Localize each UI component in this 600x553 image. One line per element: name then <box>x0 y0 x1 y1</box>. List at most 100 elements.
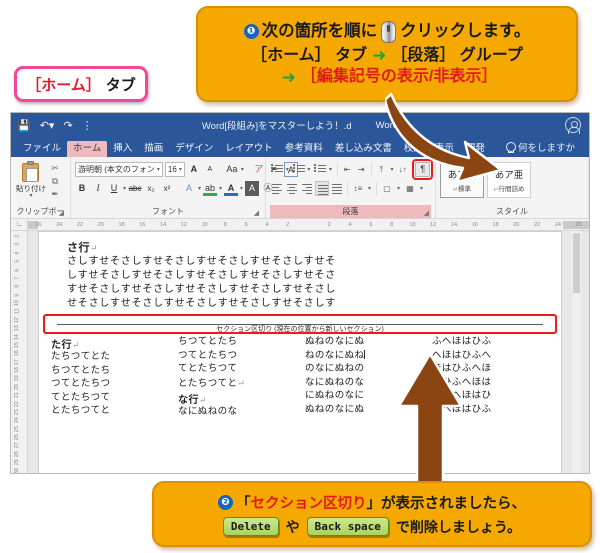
vertical-ruler[interactable]: ∟ 2 3 4 5 6 7 8 9 10 11 12 13 14 15 16 17 18 19 20 21 22 23 24… <box>11 219 28 473</box>
change-case-icon[interactable]: Aa <box>225 162 239 177</box>
chevron-down-icon[interactable]: ▾ <box>327 166 334 173</box>
align-center-icon[interactable] <box>285 181 299 196</box>
callout-top-line1-text-b: クリックします。 <box>400 22 531 41</box>
underline-button[interactable]: U <box>107 181 121 196</box>
ruler-tick: 12 <box>180 222 187 228</box>
chevron-down-icon[interactable]: ▾ <box>155 166 160 173</box>
document-page[interactable]: さ行↵ さしすせそさしすせそさしすせそさしすせそさしすせそ しすせそさしすせそさ… <box>38 231 562 473</box>
sort-icon[interactable]: ↓↑ <box>396 162 409 177</box>
align-left-icon[interactable] <box>270 181 284 196</box>
tab-draw[interactable]: 描画 <box>138 141 169 158</box>
ruler-tick: 24 <box>554 222 561 228</box>
font-size-combo[interactable]: 16 ▾ <box>164 161 185 177</box>
tab-layout[interactable]: レイアウト <box>219 141 279 158</box>
chevron-down-icon[interactable]: ▾ <box>366 185 373 192</box>
vertical-scrollbar[interactable] <box>572 231 581 473</box>
tab-insert[interactable]: 挿入 <box>107 141 138 158</box>
character-shading-icon[interactable]: A <box>245 180 260 196</box>
paste-button[interactable]: 貼り付け ▾ <box>15 161 47 199</box>
tab-developer[interactable]: 開発 <box>460 141 491 158</box>
horizontal-ruler[interactable]: 26 24 22 20 18 16 14 12 10 8 6 4 2 2 4 6 8 10 12 14 16 18 20 22… <box>28 219 589 231</box>
ruler-tick: 4 <box>14 251 21 255</box>
phonetic-guide-icon[interactable]: ア <box>252 162 266 177</box>
horizontal-ruler-numbers: 26 24 22 20 18 16 14 12 10 8 6 4 2 2 4 6 8 10 12 14 16 18 20 22… <box>28 222 589 228</box>
subscript-button[interactable]: x₂ <box>144 181 158 196</box>
font-size-value: 16 <box>167 164 177 174</box>
bullet-list-icon[interactable] <box>270 162 283 177</box>
text-cursor <box>364 349 366 359</box>
chevron-down-icon[interactable]: ▾ <box>418 185 425 192</box>
account-icon[interactable] <box>565 117 581 135</box>
chevron-down-icon[interactable]: ▾ <box>123 185 126 192</box>
justify-icon[interactable] <box>315 180 329 196</box>
chevron-down-icon[interactable]: ▾ <box>177 166 182 173</box>
style-card-no-spacing[interactable]: あア亜 行間詰め <box>487 162 531 198</box>
decrease-indent-icon[interactable]: ⇤ <box>341 162 354 177</box>
body-line-text: とたちつてと <box>178 378 238 389</box>
style-card-normal[interactable]: あア亜 標準 <box>440 162 484 198</box>
tab-design[interactable]: デザイン <box>169 141 219 158</box>
shading-icon[interactable]: ▢ <box>380 181 394 196</box>
home-tab-label-bracket: ［ホーム］ <box>26 76 101 94</box>
shrink-font-icon[interactable]: A <box>203 162 217 177</box>
ruler-tick: 6 <box>369 222 373 228</box>
style-sample-no-spacing: あア亜 <box>494 171 524 181</box>
body-line-text: ねのなにぬね <box>305 350 365 361</box>
format-painter-icon[interactable]: ✒ <box>49 189 61 200</box>
borders-icon[interactable]: ▦ <box>403 181 417 196</box>
chevron-down-icon[interactable]: ▾ <box>389 166 396 173</box>
align-right-icon[interactable] <box>300 181 314 196</box>
ruler-tick: 15 <box>14 342 21 349</box>
chevron-down-icon[interactable]: ▾ <box>29 193 32 199</box>
tab-references[interactable]: 参考資料 <box>279 141 329 158</box>
ruler-tick: 20 <box>513 222 520 228</box>
chevron-down-icon[interactable]: ▾ <box>395 185 402 192</box>
tab-review[interactable]: 校閲 <box>398 141 429 158</box>
distribute-icon[interactable] <box>330 181 344 196</box>
green-arrow-icon-1: ➜ <box>372 45 387 65</box>
pilcrow-mark: ↵ <box>237 377 246 388</box>
scrollbar-thumb[interactable] <box>573 233 580 293</box>
chevron-down-icon[interactable]: ▾ <box>306 166 313 173</box>
superscript-button[interactable]: x² <box>160 181 174 196</box>
strikethrough-button[interactable]: abc <box>128 181 142 196</box>
increase-indent-icon[interactable]: ⇥ <box>355 162 368 177</box>
tab-home[interactable]: ホーム <box>67 140 108 157</box>
ruler-tick: 14 <box>14 333 21 340</box>
chevron-down-icon[interactable]: ▾ <box>241 166 244 173</box>
copy-icon[interactable]: ⧉ <box>49 176 61 187</box>
align-text-icon[interactable]: ⤒ <box>375 162 388 177</box>
text-effects-icon[interactable]: A <box>182 181 196 196</box>
cut-icon[interactable]: ✂ <box>49 163 61 174</box>
document-title: Word[段組み]をマスターしよう！.d <box>201 121 352 132</box>
numbered-list-icon[interactable] <box>292 162 305 177</box>
highlight-color-icon[interactable]: ab <box>203 181 218 196</box>
tab-selector-icon[interactable]: ∟ <box>11 219 28 231</box>
font-name-combo[interactable]: 游明朝 (本文のフォン ▾ <box>75 161 163 177</box>
ruler-tick: 28 <box>14 450 21 457</box>
font-color-icon[interactable]: A <box>224 181 239 196</box>
multilevel-list-icon[interactable] <box>313 162 327 177</box>
italic-button[interactable]: I <box>91 181 105 196</box>
chevron-down-icon[interactable]: ▾ <box>219 185 222 192</box>
tab-file[interactable]: ファイル <box>17 141 67 158</box>
ruler-tick: 6 <box>244 222 248 228</box>
grow-font-icon[interactable]: A <box>187 162 201 177</box>
chevron-down-icon[interactable]: ▾ <box>198 185 201 192</box>
ruler-tick: 23 <box>14 409 21 416</box>
bold-button[interactable]: B <box>75 181 89 196</box>
tell-me-box[interactable]: 何をしますか <box>505 140 575 154</box>
tab-view[interactable]: 表示 <box>429 141 460 158</box>
chevron-down-icon[interactable]: ▾ <box>240 185 243 192</box>
text-column-2: ちつてとたち つてとたちつ てとたちつて とたちつてと↵ な行↵ なにぬねのな <box>178 336 295 420</box>
callout-top-paragraph-group-ref: ［段落］ グループ <box>391 46 523 64</box>
heading-ta-text: た行 <box>51 340 72 351</box>
ruler-tick: 8 <box>390 222 394 228</box>
line-spacing-icon[interactable]: ↕≡ <box>351 181 365 196</box>
tab-mailings[interactable]: 差し込み文書 <box>329 141 398 158</box>
callout-top-line3: ➜ ［編集記号の表示/非表示］ <box>277 68 498 88</box>
ribbon-group-styles: あア亜 標準 あア亜 行間詰め スタイル <box>436 157 589 218</box>
chevron-down-icon[interactable]: ▾ <box>284 166 291 173</box>
ruler-tick: 27 <box>14 442 21 449</box>
ruler-tick: 19 <box>14 375 21 382</box>
